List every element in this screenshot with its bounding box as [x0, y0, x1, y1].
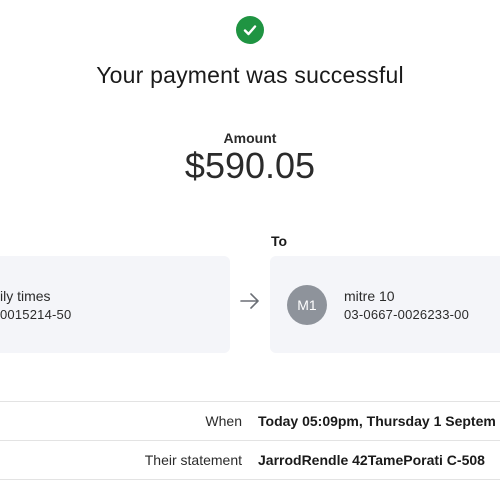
detail-row-statement: Their statement JarrodRendle 42TamePorat…: [0, 440, 500, 480]
to-account-number: 03-0667-0026233-00: [344, 307, 470, 322]
arrow-right-icon: [239, 291, 261, 311]
to-account-card: M1 mitre 10 03-0667-0026233-00: [270, 256, 500, 353]
to-account-name: mitre 10: [344, 288, 395, 304]
from-account-number: 0015214-50: [0, 307, 72, 322]
amount-label: Amount: [223, 130, 277, 146]
from-account-card: ily times 0015214-50: [0, 256, 230, 353]
to-label: To: [271, 233, 288, 249]
detail-label: Their statement: [144, 452, 242, 468]
detail-row-when: When Today 05:09pm, Thursday 1 Septem: [0, 401, 500, 440]
detail-value: JarrodRendle 42TamePorati C-508: [258, 452, 485, 468]
page-title: Your payment was successful: [96, 62, 404, 88]
payment-details: When Today 05:09pm, Thursday 1 Septem Th…: [0, 401, 500, 480]
check-circle-icon: [236, 16, 264, 44]
avatar: M1: [287, 285, 327, 325]
detail-value: Today 05:09pm, Thursday 1 Septem: [258, 413, 496, 429]
payment-confirmation-page: Your payment was successful Amount $590.…: [0, 0, 500, 485]
detail-label: When: [205, 413, 242, 429]
from-account-name: ily times: [0, 288, 51, 304]
amount-value: $590.05: [184, 145, 316, 186]
